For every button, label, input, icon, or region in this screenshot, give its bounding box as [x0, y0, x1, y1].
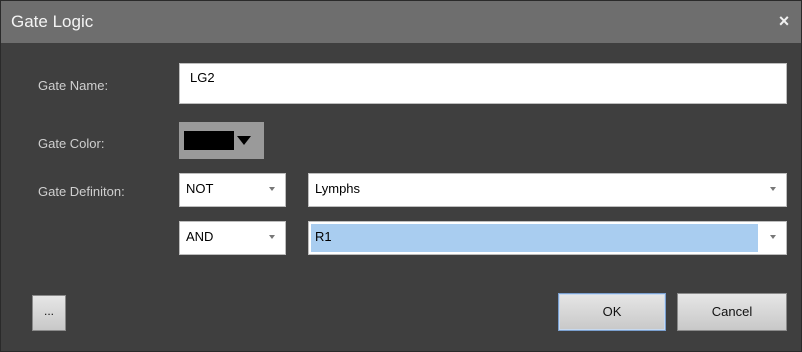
- gate-color-label: Gate Color:: [38, 136, 105, 151]
- chevron-down-icon: [770, 187, 776, 191]
- chevron-down-icon: [269, 235, 275, 239]
- title-bar[interactable]: Gate Logic ×: [1, 1, 801, 43]
- more-button[interactable]: ...: [32, 295, 66, 331]
- window-title: Gate Logic: [11, 12, 94, 31]
- ok-button[interactable]: OK: [558, 293, 666, 331]
- gate-name-input[interactable]: LG2: [179, 63, 787, 104]
- gate-definition-label: Gate Definiton:: [38, 184, 125, 199]
- chevron-down-icon: [770, 235, 776, 239]
- selection-highlight: [311, 224, 758, 252]
- chevron-down-icon: [269, 187, 275, 191]
- gate-color-picker[interactable]: [179, 122, 264, 159]
- color-swatch: [184, 131, 234, 150]
- operator-select-2[interactable]: AND: [179, 221, 286, 255]
- gate-name-label: Gate Name:: [38, 78, 109, 93]
- gate-name-value: LG2: [190, 70, 215, 85]
- chevron-down-icon: [237, 136, 251, 145]
- operator-value: NOT: [186, 181, 214, 196]
- gate-value: R1: [315, 229, 332, 244]
- gate-logic-dialog: Gate Logic × Gate Name: LG2 Gate Color: …: [0, 0, 802, 352]
- gate-value: Lymphs: [315, 181, 361, 196]
- cancel-button[interactable]: Cancel: [677, 293, 787, 331]
- gate-select-1[interactable]: Lymphs: [308, 173, 787, 207]
- gate-select-2[interactable]: R1: [308, 221, 787, 255]
- operator-value: AND: [186, 229, 214, 244]
- operator-select-1[interactable]: NOT: [179, 173, 286, 207]
- close-icon[interactable]: ×: [773, 10, 795, 32]
